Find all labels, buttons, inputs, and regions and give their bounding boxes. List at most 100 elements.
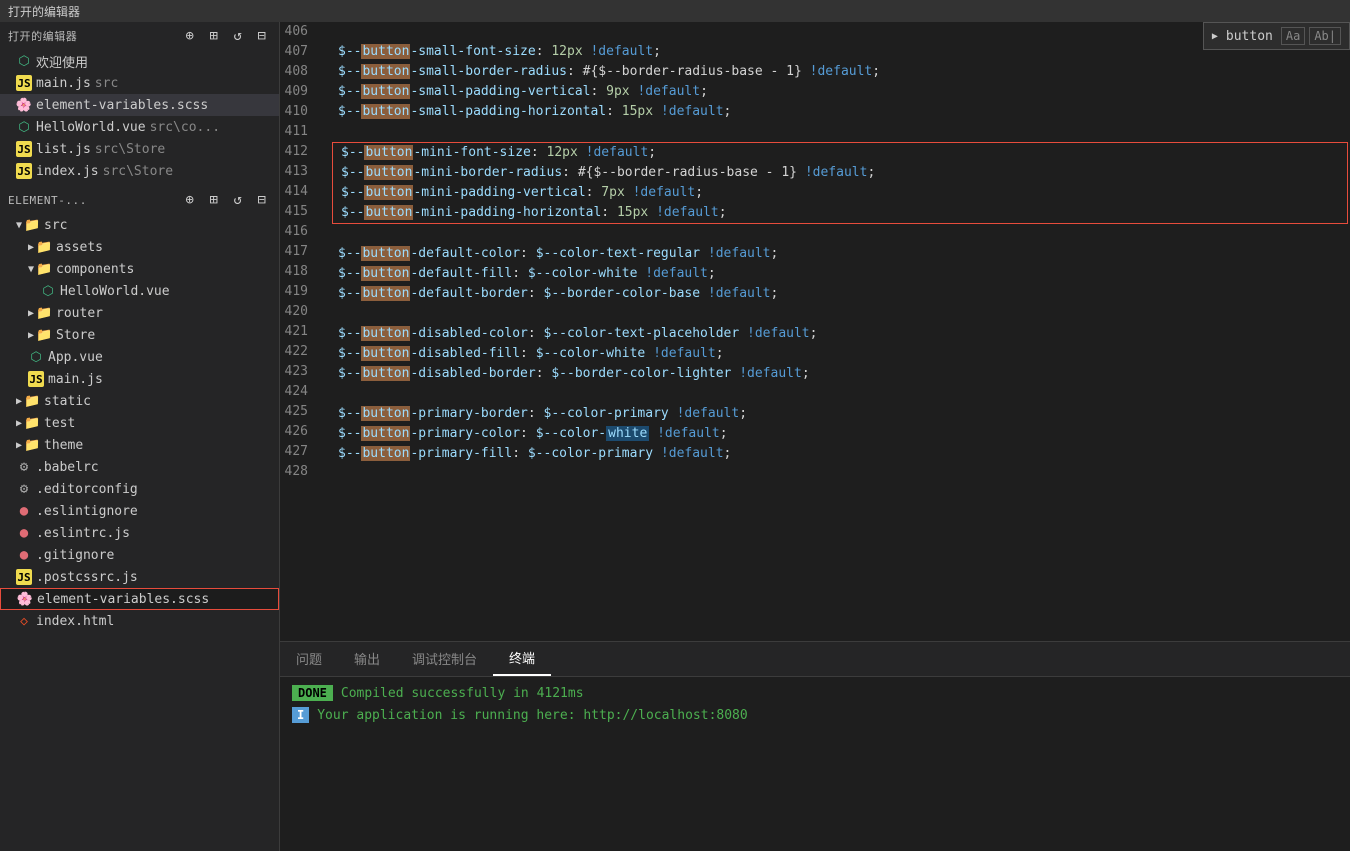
line-num-422: 422 xyxy=(280,342,318,362)
done-message: Compiled successfully in 4121ms xyxy=(341,686,584,701)
new-file-icon[interactable]: ⊕ xyxy=(181,27,199,45)
chevron-down-src: ▼ xyxy=(16,220,22,231)
sidebar-item-gitignore[interactable]: ● .gitignore xyxy=(0,544,279,566)
line-num-420: 420 xyxy=(280,302,318,322)
sidebar-item-test[interactable]: ▶ 📁 test xyxy=(0,412,279,434)
sidebar-item-label: .postcssrc.js xyxy=(36,570,138,585)
tab-output[interactable]: 输出 xyxy=(338,641,396,676)
sidebar-item-editorconfig[interactable]: ⚙ .editorconfig xyxy=(0,478,279,500)
search-case-option[interactable]: Aa xyxy=(1281,27,1305,45)
search-word-option[interactable]: Ab| xyxy=(1309,27,1341,45)
sidebar-item-label: .eslintignore xyxy=(36,504,138,519)
sidebar-item-index-js[interactable]: JS index.js src\Store xyxy=(0,160,279,182)
folder-static-icon: 📁 xyxy=(24,394,40,409)
sidebar-item-suffix: src\co... xyxy=(150,120,220,135)
explorer-header-icons: ⊕ ⊞ ↺ ⊟ xyxy=(181,191,271,209)
terminal-line-running: I Your application is running here: http… xyxy=(292,707,1338,723)
js-icon-main-tree: JS xyxy=(28,371,44,387)
sidebar-item-label: components xyxy=(56,262,134,277)
vue-icon: ⬡ xyxy=(16,54,32,69)
js-icon: JS xyxy=(16,75,32,91)
sidebar-item-label: index.js xyxy=(36,164,99,179)
collapse-btn[interactable]: ⊟ xyxy=(253,191,271,209)
code-line-406 xyxy=(330,22,1350,42)
code-line-428 xyxy=(330,464,1350,484)
collapse-icon[interactable]: ⊟ xyxy=(253,27,271,45)
sidebar-item-element-variables[interactable]: 🌸 element-variables.scss xyxy=(0,94,279,116)
line-num-424: 424 xyxy=(280,382,318,402)
line-num-406: 406 xyxy=(280,22,318,42)
terminal-prompt: I xyxy=(292,707,309,723)
line-num-417: 417 xyxy=(280,242,318,262)
sidebar-item-app-vue[interactable]: ⬡ App.vue xyxy=(0,346,279,368)
sidebar-open-editors-header: 打开的编辑器 ⊕ ⊞ ↺ ⊟ xyxy=(0,22,279,50)
sidebar-item-index-html[interactable]: ◇ index.html xyxy=(0,610,279,632)
sidebar-item-postcssrc[interactable]: JS .postcssrc.js xyxy=(0,566,279,588)
sidebar-item-helloworld[interactable]: ⬡ HelloWorld.vue src\co... xyxy=(0,116,279,138)
code-line-417: $--button-default-color: $--color-text-r… xyxy=(330,244,1350,264)
explorer-header: ELEMENT-... ⊕ ⊞ ↺ ⊟ xyxy=(0,186,279,214)
search-term: button xyxy=(1226,29,1273,44)
line-num-426: 426 xyxy=(280,422,318,442)
line-num-413: 413 xyxy=(280,162,318,182)
code-line-427: $--button-primary-fill: $--color-primary… xyxy=(330,444,1350,464)
sidebar-item-main-js[interactable]: JS main.js src xyxy=(0,72,279,94)
sidebar-item-label: .editorconfig xyxy=(36,482,138,497)
panel-content: DONE Compiled successfully in 4121ms I Y… xyxy=(280,677,1350,851)
line-num-409: 409 xyxy=(280,82,318,102)
code-line-412: $--button-mini-font-size: 12px !default; xyxy=(333,143,1347,163)
tab-terminal-label: 终端 xyxy=(509,648,535,667)
sidebar-item-label: element-variables.scss xyxy=(36,98,208,113)
tab-debug-console[interactable]: 调试控制台 xyxy=(396,641,493,676)
sidebar-item-babelrc[interactable]: ⚙ .babelrc xyxy=(0,456,279,478)
sidebar: 打开的编辑器 ⊕ ⊞ ↺ ⊟ ⬡ 欢迎使用 JS main.js src 🌸 e… xyxy=(0,22,280,851)
done-badge: DONE xyxy=(292,685,333,701)
sidebar-item-main-js-tree[interactable]: JS main.js xyxy=(0,368,279,390)
circle-eslintignore-icon: ● xyxy=(16,503,32,519)
folder-src-icon: 📁 xyxy=(24,218,40,233)
refresh-icon[interactable]: ↺ xyxy=(229,27,247,45)
folder-components-icon: 📁 xyxy=(36,262,52,277)
line-num-427: 427 xyxy=(280,442,318,462)
search-prev-icon[interactable]: ▶ xyxy=(1212,31,1218,42)
new-folder-btn[interactable]: ⊞ xyxy=(205,191,223,209)
code-line-415: $--button-mini-padding-horizontal: 15px … xyxy=(333,203,1347,223)
scss-icon: 🌸 xyxy=(16,98,32,113)
gear-babelrc-icon: ⚙ xyxy=(16,459,32,475)
running-message: Your application is running here: http:/… xyxy=(317,708,747,723)
explorer-label: ELEMENT-... xyxy=(8,194,87,207)
tab-terminal[interactable]: 终端 xyxy=(493,641,551,676)
sidebar-item-static[interactable]: ▶ 📁 static xyxy=(0,390,279,412)
sidebar-item-welcome[interactable]: ⬡ 欢迎使用 xyxy=(0,50,279,72)
code-line-419: $--button-default-border: $--border-colo… xyxy=(330,284,1350,304)
sidebar-item-src[interactable]: ▼ 📁 src xyxy=(0,214,279,236)
new-file-btn[interactable]: ⊕ xyxy=(181,191,199,209)
sidebar-item-helloworld-component[interactable]: ⬡ HelloWorld.vue xyxy=(0,280,279,302)
code-line-425: $--button-primary-border: $--color-prima… xyxy=(330,404,1350,424)
sidebar-item-router[interactable]: ▶ 📁 router xyxy=(0,302,279,324)
line-num-416: 416 xyxy=(280,222,318,242)
sidebar-item-eslintrc-js[interactable]: ● .eslintrc.js xyxy=(0,522,279,544)
refresh-btn[interactable]: ↺ xyxy=(229,191,247,209)
html-icon: ◇ xyxy=(16,614,32,629)
line-num-419: 419 xyxy=(280,282,318,302)
code-line-420 xyxy=(330,304,1350,324)
sidebar-item-assets[interactable]: ▶ 📁 assets xyxy=(0,236,279,258)
sidebar-item-eslintignore[interactable]: ● .eslintignore xyxy=(0,500,279,522)
sidebar-item-list-js[interactable]: JS list.js src\Store xyxy=(0,138,279,160)
code-line-409: $--button-small-padding-vertical: 9px !d… xyxy=(330,82,1350,102)
sidebar-item-theme[interactable]: ▶ 📁 theme xyxy=(0,434,279,456)
sidebar-item-store[interactable]: ▶ 📁 Store xyxy=(0,324,279,346)
sidebar-item-element-variables-bottom[interactable]: 🌸 element-variables.scss xyxy=(0,588,279,610)
code-line-410: $--button-small-padding-horizontal: 15px… xyxy=(330,102,1350,122)
sidebar-item-label: assets xyxy=(56,240,103,255)
line-num-410: 410 xyxy=(280,102,318,122)
line-num-414: 414 xyxy=(280,182,318,202)
new-folder-icon[interactable]: ⊞ xyxy=(205,27,223,45)
sidebar-item-components[interactable]: ▼ 📁 components xyxy=(0,258,279,280)
panel-tabs: 问题 输出 调试控制台 终端 xyxy=(280,642,1350,677)
code-line-421: $--button-disabled-color: $--color-text-… xyxy=(330,324,1350,344)
tab-problems[interactable]: 问题 xyxy=(280,641,338,676)
code-line-413: $--button-mini-border-radius: #{$--borde… xyxy=(333,163,1347,183)
chevron-right-store: ▶ xyxy=(28,330,34,341)
